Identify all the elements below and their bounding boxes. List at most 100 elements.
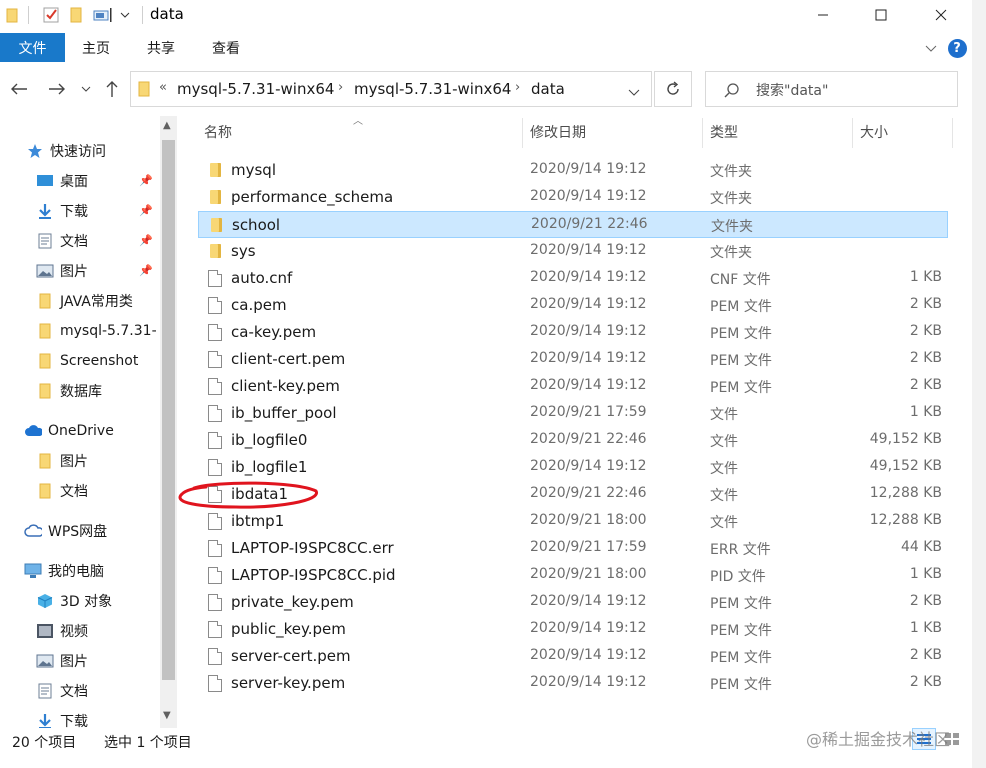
nav-item-this-pc[interactable]: 我的电脑: [24, 558, 104, 584]
close-button[interactable]: [918, 0, 964, 30]
address-bar[interactable]: « mysql-5.7.31-winx64 › mysql-5.7.31-win…: [130, 71, 652, 107]
refresh-button[interactable]: [654, 71, 692, 107]
expand-ribbon-icon[interactable]: [920, 37, 942, 59]
minimize-button[interactable]: [800, 0, 846, 30]
file-type: PEM 文件: [710, 380, 772, 396]
breadcrumb-overflow[interactable]: «: [159, 80, 167, 95]
column-header-name[interactable]: 名称: [204, 118, 522, 146]
file-type: PEM 文件: [710, 677, 772, 693]
wps-cloud-icon: [24, 523, 42, 539]
file-row[interactable]: ibtmp1 2020/9/21 18:00 文件 12,288 KB: [198, 508, 948, 535]
search-box[interactable]: 搜索"data": [705, 71, 958, 107]
nav-item-quick-access[interactable]: 快速访问: [26, 138, 106, 164]
column-header-modified[interactable]: 修改日期: [530, 118, 702, 146]
nav-label: 图片: [60, 454, 88, 470]
title-bar: data: [0, 0, 972, 32]
file-row[interactable]: auto.cnf 2020/9/14 19:12 CNF 文件 1 KB: [198, 265, 948, 292]
chevron-right-icon[interactable]: ›: [515, 80, 520, 95]
nav-item-documents[interactable]: 文档: [36, 228, 88, 254]
file-row[interactable]: performance_schema 2020/9/14 19:12 文件夹: [198, 184, 948, 211]
nav-item-pictures[interactable]: 图片: [36, 648, 88, 674]
file-row[interactable]: mysql 2020/9/14 19:12 文件夹: [198, 157, 948, 184]
column-divider[interactable]: [522, 118, 523, 148]
file-name: private_key.pem: [231, 593, 354, 611]
file-row[interactable]: client-cert.pem 2020/9/14 19:12 PEM 文件 2 KB: [198, 346, 948, 373]
nav-item-wps-cloud[interactable]: WPS网盘: [24, 518, 107, 544]
navigation-scrollbar[interactable]: ▲ ▼: [160, 116, 177, 728]
nav-label: 视频: [60, 624, 88, 640]
scrollbar-thumb[interactable]: [162, 140, 175, 680]
nav-item-folder[interactable]: mysql-5.7.31-: [36, 318, 157, 344]
file-type: 文件夹: [710, 191, 752, 207]
file-row[interactable]: school 2020/9/21 22:46 文件夹: [198, 211, 948, 238]
file-row[interactable]: private_key.pem 2020/9/14 19:12 PEM 文件 2 KB: [198, 589, 948, 616]
customize-toolbar-chevron-icon[interactable]: [118, 4, 132, 26]
properties-icon[interactable]: [40, 4, 62, 26]
file-row[interactable]: ca-key.pem 2020/9/14 19:12 PEM 文件 2 KB: [198, 319, 948, 346]
breadcrumb-item-current[interactable]: data: [531, 80, 565, 98]
column-header-type[interactable]: 类型: [710, 118, 852, 146]
column-header-size[interactable]: 大小: [860, 118, 952, 146]
folder-icon: [211, 218, 222, 232]
forward-arrow-icon[interactable]: [44, 77, 70, 101]
nav-label: OneDrive: [48, 423, 114, 439]
nav-item-folder[interactable]: Screenshot: [36, 348, 138, 374]
file-row[interactable]: LAPTOP-I9SPC8CC.pid 2020/9/21 18:00 PID 文件…: [198, 562, 948, 589]
column-divider[interactable]: [852, 118, 853, 148]
nav-item-pictures[interactable]: 图片: [36, 258, 88, 284]
back-arrow-icon[interactable]: [6, 77, 32, 101]
address-dropdown-chevron-icon[interactable]: [628, 85, 640, 101]
scroll-up-arrow-icon[interactable]: ▲: [163, 120, 171, 131]
scroll-down-arrow-icon[interactable]: ▼: [163, 710, 171, 721]
file-row[interactable]: ib_logfile1 2020/9/14 19:12 文件 49,152 KB: [198, 454, 948, 481]
chevron-right-icon[interactable]: ›: [338, 80, 343, 95]
file-type: 文件: [710, 461, 738, 477]
file-name: mysql: [231, 161, 276, 179]
nav-item-downloads[interactable]: 下载: [36, 708, 88, 728]
breadcrumb-item[interactable]: mysql-5.7.31-winx64: [354, 80, 511, 98]
file-row[interactable]: sys 2020/9/14 19:12 文件夹: [198, 238, 948, 265]
desktop-icon: [36, 173, 54, 189]
nav-item-folder[interactable]: 图片: [36, 448, 88, 474]
nav-label: 文档: [60, 684, 88, 700]
nav-item-folder[interactable]: 数据库: [36, 378, 102, 404]
nav-item-videos[interactable]: 视频: [36, 618, 88, 644]
file-row[interactable]: server-cert.pem 2020/9/14 19:12 PEM 文件 2 KB: [198, 643, 948, 670]
tab-home[interactable]: 主页: [82, 33, 110, 62]
maximize-button[interactable]: [858, 0, 904, 30]
file-icon: [208, 540, 222, 557]
tab-view[interactable]: 查看: [212, 33, 240, 62]
file-modified-date: 2020/9/14 19:12: [530, 269, 647, 285]
nav-item-downloads[interactable]: 下载: [36, 198, 88, 224]
column-divider[interactable]: [702, 118, 703, 148]
recent-locations-chevron-icon[interactable]: [78, 77, 94, 101]
tab-share[interactable]: 共享: [147, 33, 175, 62]
nav-item-documents[interactable]: 文档: [36, 678, 88, 704]
tab-file[interactable]: 文件: [0, 33, 65, 62]
folder-icon: [36, 453, 54, 469]
rename-icon[interactable]: [92, 4, 116, 26]
file-row[interactable]: ca.pem 2020/9/14 19:12 PEM 文件 2 KB: [198, 292, 948, 319]
file-row[interactable]: server-key.pem 2020/9/14 19:12 PEM 文件 2 KB: [198, 670, 948, 697]
file-modified-date: 2020/9/14 19:12: [530, 377, 647, 393]
nav-item-3d-objects[interactable]: 3D 对象: [36, 588, 112, 614]
nav-label: 3D 对象: [60, 594, 113, 610]
breadcrumb-item[interactable]: mysql-5.7.31-winx64: [177, 80, 334, 98]
file-row[interactable]: public_key.pem 2020/9/14 19:12 PEM 文件 1 KB: [198, 616, 948, 643]
file-icon: [208, 405, 222, 422]
nav-item-desktop[interactable]: 桌面: [36, 168, 88, 194]
file-row[interactable]: ib_buffer_pool 2020/9/21 17:59 文件 1 KB: [198, 400, 948, 427]
up-arrow-icon[interactable]: [100, 77, 124, 101]
search-placeholder: 搜索"data": [756, 83, 829, 99]
column-divider[interactable]: [952, 118, 953, 148]
nav-item-folder[interactable]: 文档: [36, 478, 88, 504]
nav-item-folder[interactable]: JAVA常用类: [36, 288, 133, 314]
file-row[interactable]: client-key.pem 2020/9/14 19:12 PEM 文件 2 KB: [198, 373, 948, 400]
new-folder-icon[interactable]: [66, 4, 86, 26]
nav-item-onedrive[interactable]: OneDrive: [24, 418, 114, 444]
file-row[interactable]: ib_logfile0 2020/9/21 22:46 文件 49,152 KB: [198, 427, 948, 454]
help-button[interactable]: ?: [946, 37, 968, 59]
file-row[interactable]: LAPTOP-I9SPC8CC.err 2020/9/21 17:59 ERR 文件…: [198, 535, 948, 562]
folder-icon: [210, 190, 221, 204]
navigation-pane: 快速访问 桌面 📌 下载 📌 文档 📌 图片 📌 JAVA常用类 mysql-5…: [0, 116, 160, 728]
